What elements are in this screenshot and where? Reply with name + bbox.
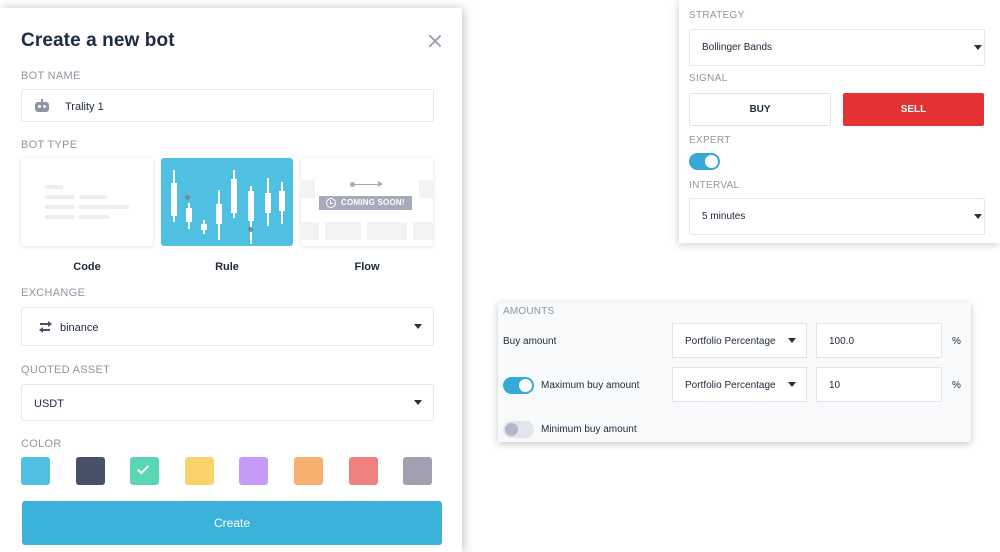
color-swatch[interactable] xyxy=(75,457,105,485)
modal-title: Create a new bot xyxy=(21,30,175,51)
bot-name-field[interactable]: Trality 1 xyxy=(21,89,434,122)
color-swatch[interactable] xyxy=(348,457,378,485)
bot-type-label: BOT TYPE xyxy=(21,139,78,151)
coming-soon-text: COMING SOON! xyxy=(341,198,405,207)
max-buy-amount-value: 10 xyxy=(829,380,841,391)
quoted-asset-value: USDT xyxy=(34,398,64,410)
bot-type-flow-label: Flow xyxy=(354,261,380,273)
interval-select[interactable]: 5 minutes xyxy=(689,198,985,235)
bot-type-code-card[interactable] xyxy=(21,158,153,246)
clock-icon xyxy=(326,198,336,208)
exchange-value: binance xyxy=(60,322,99,334)
bot-name-value: Trality 1 xyxy=(65,101,104,113)
color-swatch[interactable] xyxy=(130,457,160,485)
interval-label: INTERVAL xyxy=(689,180,740,191)
swap-icon xyxy=(39,321,52,333)
check-icon xyxy=(137,462,150,475)
strategy-label: STRATEGY xyxy=(689,10,745,21)
color-swatch[interactable] xyxy=(239,457,269,485)
max-buy-amount-unit: % xyxy=(952,380,961,391)
color-swatch[interactable] xyxy=(184,457,214,485)
color-swatch[interactable] xyxy=(403,457,433,485)
chevron-down-icon xyxy=(788,338,796,343)
buy-amount-unit: % xyxy=(952,336,961,347)
buy-amount-type-value: Portfolio Percentage xyxy=(685,336,776,347)
flow-arrow-icon xyxy=(350,181,383,187)
quoted-asset-label: QUOTED ASSET xyxy=(21,364,111,376)
buy-amount-input[interactable]: 100.0 xyxy=(816,323,942,358)
color-swatch[interactable] xyxy=(21,457,50,485)
min-buy-amount-label: Minimum buy amount xyxy=(541,424,637,435)
exchange-select[interactable]: binance xyxy=(21,307,434,346)
create-button[interactable]: Create xyxy=(22,501,442,545)
robot-icon xyxy=(35,99,49,112)
create-bot-modal: Create a new bot BOT NAME Trality 1 BOT … xyxy=(0,8,462,552)
bot-type-flow-card[interactable]: COMING SOON! xyxy=(301,158,433,246)
chevron-down-icon xyxy=(414,324,422,329)
sell-button[interactable]: SELL xyxy=(843,93,984,126)
chevron-down-icon xyxy=(974,214,982,219)
buy-amount-type-select[interactable]: Portfolio Percentage xyxy=(672,323,807,358)
strategy-select[interactable]: Bollinger Bands xyxy=(689,29,985,66)
strategy-value: Bollinger Bands xyxy=(702,42,773,53)
max-buy-amount-toggle[interactable] xyxy=(503,377,534,394)
max-buy-amount-input[interactable]: 10 xyxy=(816,367,942,402)
expert-toggle[interactable] xyxy=(689,153,720,170)
min-buy-amount-toggle[interactable] xyxy=(503,421,534,438)
bot-type-code-label: Code xyxy=(73,261,101,273)
expert-label: EXPERT xyxy=(689,135,731,146)
color-label: COLOR xyxy=(21,438,62,450)
signal-label: SIGNAL xyxy=(689,73,728,84)
exchange-label: EXCHANGE xyxy=(21,287,86,299)
quoted-asset-select[interactable]: USDT xyxy=(21,384,434,421)
buy-amount-label: Buy amount xyxy=(503,336,557,347)
close-icon[interactable] xyxy=(428,34,442,48)
interval-value: 5 minutes xyxy=(702,211,746,222)
chevron-down-icon xyxy=(788,382,796,387)
buy-amount-value: 100.0 xyxy=(829,336,855,347)
max-buy-amount-type-select[interactable]: Portfolio Percentage xyxy=(672,367,807,402)
strategy-panel: STRATEGY Bollinger Bands SIGNAL BUY SELL… xyxy=(679,0,1000,243)
max-buy-amount-label: Maximum buy amount xyxy=(541,380,640,391)
max-buy-amount-type-value: Portfolio Percentage xyxy=(685,380,776,391)
buy-button[interactable]: BUY xyxy=(689,93,831,126)
bot-name-label: BOT NAME xyxy=(21,70,81,82)
coming-soon-badge: COMING SOON! xyxy=(319,196,412,210)
bot-type-rule-card[interactable] xyxy=(161,158,293,246)
bot-type-rule-label: Rule xyxy=(215,261,239,273)
chevron-down-icon xyxy=(974,45,982,50)
amounts-panel: AMOUNTS Buy amount Portfolio Percentage … xyxy=(498,302,971,442)
chevron-down-icon xyxy=(414,400,422,405)
amounts-title: AMOUNTS xyxy=(503,306,555,317)
color-swatch[interactable] xyxy=(294,457,323,485)
